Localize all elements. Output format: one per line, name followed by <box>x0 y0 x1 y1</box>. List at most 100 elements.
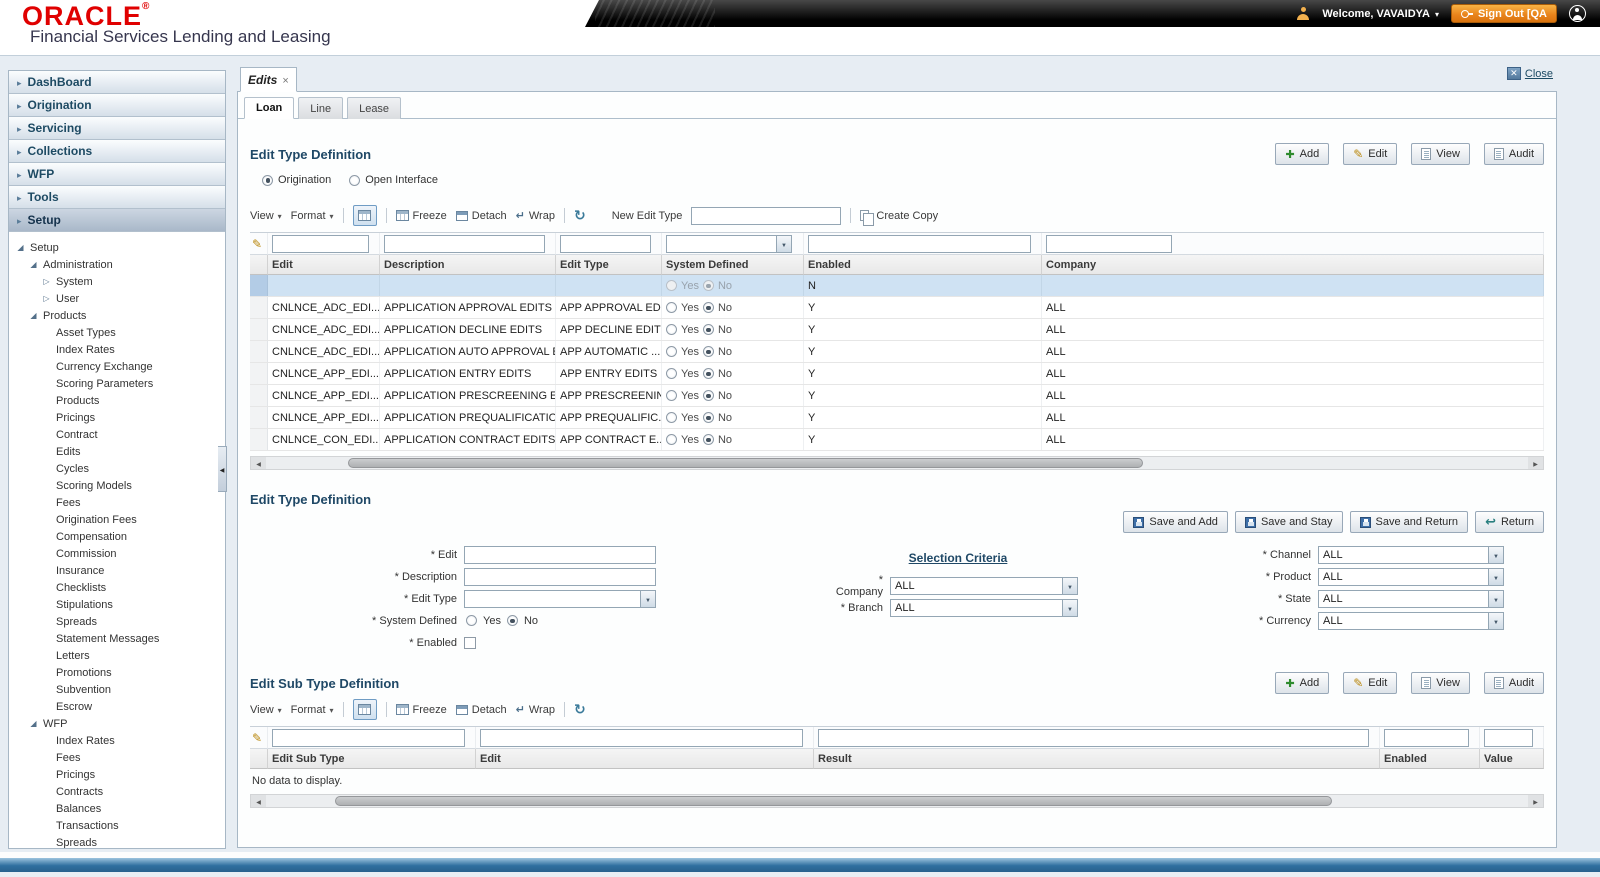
column-header-system-defined[interactable]: System Defined <box>662 255 804 275</box>
tab-edits[interactable]: Edits <box>240 67 297 92</box>
tree-item-checklists[interactable]: Checklists <box>11 579 223 596</box>
tree-item-currency-exchange[interactable]: Currency Exchange <box>11 358 223 375</box>
filter-edit-input[interactable] <box>272 234 369 253</box>
table-row[interactable]: CNLNCE_ADC_EDI... APPLICATION DECLINE ED… <box>250 319 1544 341</box>
enabled-checkbox[interactable] <box>464 636 476 649</box>
table-row[interactable]: CNLNCE_APP_EDI... APPLICATION ENTRY EDIT… <box>250 363 1544 385</box>
open-interface-radio[interactable] <box>349 174 361 186</box>
system-defined-yes-radio[interactable] <box>666 324 677 335</box>
tree-item-wfp[interactable]: WFP <box>11 715 223 732</box>
tree-item-spreads[interactable]: Spreads <box>11 613 223 630</box>
sign-out-button[interactable]: Sign Out [QA <box>1450 4 1557 23</box>
description-field-input[interactable] <box>464 567 656 586</box>
detach-button[interactable]: Detach <box>455 210 507 222</box>
column-header-company[interactable]: Company <box>1042 255 1544 275</box>
edit-type-select[interactable] <box>464 589 656 608</box>
tree-item-cycles[interactable]: Cycles <box>11 460 223 477</box>
tree-item-letters[interactable]: Letters <box>11 647 223 664</box>
wrap-button[interactable]: Wrap <box>516 209 555 222</box>
expand-icon[interactable] <box>41 294 52 303</box>
tree-item-transactions[interactable]: Transactions <box>11 817 223 834</box>
new-edit-type-input[interactable] <box>691 206 842 225</box>
system-defined-yes-radio[interactable] <box>666 280 677 291</box>
create-copy-button[interactable]: Create Copy <box>860 210 938 226</box>
scrollbar-thumb[interactable] <box>348 458 1144 468</box>
subtab-line[interactable]: Line <box>298 97 344 119</box>
filter-edit-type-input[interactable] <box>560 234 651 253</box>
format-menu[interactable]: Format <box>291 704 334 716</box>
row-selector[interactable] <box>250 319 268 340</box>
product-select[interactable]: ALL <box>1318 567 1504 586</box>
filter-enabled-input[interactable] <box>808 234 1031 253</box>
system-defined-no-radio[interactable] <box>702 390 714 401</box>
collapse-icon[interactable] <box>28 719 39 728</box>
system-defined-no-radio[interactable] <box>702 346 714 357</box>
close-button[interactable]: Close <box>1506 67 1553 80</box>
tree-item-products[interactable]: Products <box>11 392 223 409</box>
column-header-edit-type[interactable]: Edit Type <box>556 255 662 275</box>
row-selector[interactable] <box>250 363 268 384</box>
subtab-loan[interactable]: Loan <box>244 97 295 119</box>
tree-item-products[interactable]: Products <box>11 307 223 324</box>
filter-edit-sub-type-input[interactable] <box>272 728 465 747</box>
column-header-edit[interactable]: Edit <box>268 255 380 275</box>
scrollbar-thumb[interactable] <box>335 796 1333 806</box>
filter-pencil-icon[interactable] <box>252 731 262 745</box>
save-and-return-button[interactable]: Save and Return <box>1349 511 1469 533</box>
filter-pencil-icon[interactable] <box>252 237 262 251</box>
tree-item-administration[interactable]: Administration <box>11 256 223 273</box>
table-row[interactable]: Yes No N <box>250 275 1544 297</box>
tree-item-user[interactable]: User <box>11 290 223 307</box>
wrap-button[interactable]: Wrap <box>516 703 555 716</box>
scrollbar-track[interactable] <box>266 457 1528 469</box>
sidebar-collapse-handle[interactable] <box>218 446 227 492</box>
system-defined-no-radio[interactable] <box>702 302 714 313</box>
system-defined-yes-radio[interactable] <box>666 390 677 401</box>
scroll-right-arrow[interactable] <box>1528 457 1543 469</box>
tree-item-index-rates[interactable]: Index Rates <box>11 732 223 749</box>
table-row[interactable]: CNLNCE_ADC_EDI... APPLICATION APPROVAL E… <box>250 297 1544 319</box>
tree-item-spreads[interactable]: Spreads <box>11 834 223 849</box>
tree-item-commission[interactable]: Commission <box>11 545 223 562</box>
tree-item-pricings[interactable]: Pricings <box>11 409 223 426</box>
channel-select[interactable]: ALL <box>1318 545 1504 564</box>
sidebar-item-dashboard[interactable]: DashBoard <box>9 71 225 94</box>
scroll-left-arrow[interactable] <box>251 457 266 469</box>
detach-button[interactable]: Detach <box>455 704 507 716</box>
tree-item-asset-types[interactable]: Asset Types <box>11 324 223 341</box>
filter-enabled-input[interactable] <box>1384 728 1469 747</box>
tree-item-balances[interactable]: Balances <box>11 800 223 817</box>
table-row[interactable]: CNLNCE_ADC_EDI... APPLICATION AUTO APPRO… <box>250 341 1544 363</box>
tree-item-index-rates[interactable]: Index Rates <box>11 341 223 358</box>
column-header-result[interactable]: Result <box>814 749 1380 769</box>
system-defined-yes-radio[interactable] <box>666 412 677 423</box>
refresh-button[interactable] <box>574 701 586 718</box>
tree-item-pricings[interactable]: Pricings <box>11 766 223 783</box>
system-defined-no-radio[interactable] <box>702 434 714 445</box>
tree-item-compensation[interactable]: Compensation <box>11 528 223 545</box>
save-and-stay-button[interactable]: Save and Stay <box>1234 511 1343 533</box>
add-button[interactable]: Add <box>1275 143 1330 165</box>
subtype-add-button[interactable]: Add <box>1275 672 1330 694</box>
tree-item-fees[interactable]: Fees <box>11 749 223 766</box>
edit-button[interactable]: Edit <box>1343 143 1398 165</box>
tree-item-scoring-models[interactable]: Scoring Models <box>11 477 223 494</box>
row-selector[interactable] <box>250 385 268 406</box>
avatar-icon[interactable] <box>1569 5 1586 22</box>
column-header-value[interactable]: Value <box>1480 749 1544 769</box>
origination-radio-option[interactable]: Origination <box>262 174 331 186</box>
tree-item-insurance[interactable]: Insurance <box>11 562 223 579</box>
collapse-icon[interactable] <box>28 260 39 269</box>
system-defined-no-radio[interactable] <box>702 280 714 291</box>
filter-edit-input[interactable] <box>480 728 803 747</box>
row-selector[interactable] <box>250 275 268 296</box>
tree-item-setup[interactable]: Setup <box>11 239 223 256</box>
row-selector[interactable] <box>250 297 268 318</box>
welcome-user-menu[interactable]: Welcome, VAVAIDYA <box>1322 8 1439 20</box>
sidebar-item-servicing[interactable]: Servicing <box>9 117 225 140</box>
edit-type-table-hscrollbar[interactable] <box>250 456 1544 470</box>
query-by-example-button[interactable] <box>352 205 377 226</box>
edit-subtype-table-hscrollbar[interactable] <box>250 794 1544 808</box>
sidebar-item-collections[interactable]: Collections <box>9 140 225 163</box>
subtype-audit-button[interactable]: Audit <box>1483 672 1544 694</box>
